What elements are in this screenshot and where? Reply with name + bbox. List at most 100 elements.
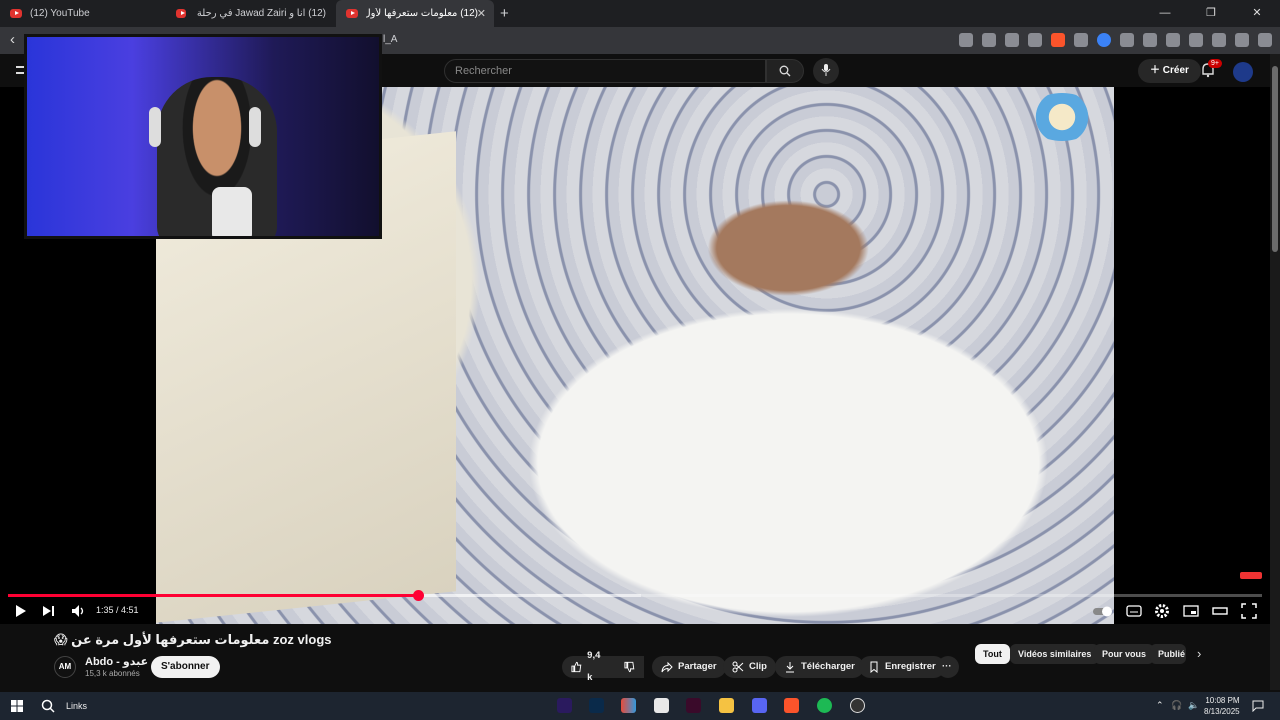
subtitles-icon[interactable] — [1126, 603, 1142, 619]
sidebar-icon[interactable] — [1166, 33, 1180, 47]
chip-similar-videos[interactable]: Vidéos similaires — [1010, 644, 1100, 664]
thumbs-down-icon — [624, 661, 635, 673]
media-icon[interactable] — [1143, 33, 1157, 47]
bookmark-icon — [870, 661, 878, 673]
download-icon — [786, 662, 794, 673]
browser-tab-current-video[interactable]: (12) معلومات ستعرفها لأول مرة عن ✕ — [336, 0, 494, 27]
like-button[interactable]: 9,4 k — [562, 650, 644, 683]
channel-watermark-logo — [1026, 93, 1098, 141]
speaker-tray-icon[interactable]: 🔈 — [1188, 700, 1199, 711]
browser-tab-trip-video[interactable]: (12) انا و Jawad Zairi في رحلة الى ملع — [166, 0, 336, 27]
channel-name[interactable]: Abdo - عبدو — [85, 655, 148, 668]
leo-ai-icon[interactable] — [1212, 33, 1226, 47]
played-bar — [8, 594, 419, 597]
scrubber-handle[interactable] — [413, 590, 425, 601]
new-tab-button[interactable]: + — [500, 5, 509, 22]
more-actions-button[interactable]: ··· — [937, 656, 959, 678]
next-icon[interactable] — [42, 603, 56, 619]
browser-toolbar-icons — [959, 33, 1272, 47]
share-icon[interactable] — [1028, 33, 1042, 47]
scrollbar-thumb[interactable] — [1272, 66, 1278, 252]
theater-mode-icon[interactable] — [1212, 603, 1228, 619]
youtube-favicon-icon — [10, 9, 22, 18]
headset-icon — [249, 107, 261, 147]
zoom-icon[interactable] — [1005, 33, 1019, 47]
notification-badge: 9+ — [1208, 59, 1222, 68]
restore-button[interactable]: ❐ — [1188, 0, 1234, 27]
tab-label: (12) معلومات ستعرفها لأول مرة عن — [366, 8, 478, 19]
tab-close-icon[interactable]: ✕ — [477, 7, 486, 20]
brave-browser-icon[interactable] — [784, 698, 799, 713]
app-icon[interactable] — [621, 698, 636, 713]
video-title: zoz vlogs معلومات ستعرفها لأول مرة عن 😱 — [54, 632, 332, 647]
vpn-icon[interactable] — [1235, 33, 1249, 47]
page-scrollbar[interactable] — [1270, 54, 1280, 690]
url-text[interactable]: l_A — [383, 34, 397, 45]
clip-button[interactable]: Clip — [723, 656, 776, 678]
fullscreen-icon[interactable] — [1241, 603, 1257, 619]
chip-for-you[interactable]: Pour vous — [1094, 644, 1155, 664]
extension-icon[interactable] — [1097, 33, 1111, 47]
voice-search-button[interactable] — [813, 58, 839, 84]
chip-published[interactable]: Publié — [1150, 644, 1186, 664]
puzzle-extensions-icon[interactable] — [1120, 33, 1134, 47]
after-effects-icon[interactable] — [686, 698, 701, 713]
settings-gear-icon[interactable] — [1154, 603, 1170, 619]
spotify-icon[interactable] — [817, 698, 832, 713]
notification-center-icon[interactable] — [1252, 700, 1264, 712]
download-button[interactable]: Télécharger — [775, 656, 864, 678]
search-button[interactable] — [766, 59, 804, 83]
chips-next-chevron-icon[interactable]: › — [1197, 646, 1201, 661]
subscribe-button[interactable]: S'abonner — [151, 656, 220, 678]
miniplayer-icon[interactable] — [1183, 603, 1199, 619]
photoshop-icon[interactable] — [589, 698, 604, 713]
brave-shields-icon[interactable] — [1051, 33, 1065, 47]
studio-microphone — [212, 187, 252, 236]
search-input[interactable]: Rechercher — [444, 59, 766, 83]
autoplay-toggle-icon[interactable] — [1092, 603, 1114, 619]
obs-icon[interactable] — [850, 698, 865, 713]
progress-bar[interactable] — [8, 590, 1262, 601]
scissors-icon — [732, 661, 744, 673]
download-label: Télécharger — [801, 661, 855, 672]
menu-icon[interactable] — [1258, 33, 1272, 47]
create-button[interactable]: ＋ Créer — [1138, 59, 1201, 83]
discord-icon[interactable] — [752, 698, 767, 713]
subscriber-count: 15,3 k abonnés — [85, 669, 140, 678]
thumbs-up-icon — [571, 661, 582, 673]
volume-icon[interactable] — [70, 603, 86, 619]
taskbar-search-icon[interactable] — [41, 699, 55, 713]
file-explorer-icon[interactable] — [719, 698, 734, 713]
windows-start-icon[interactable] — [11, 700, 23, 712]
windows-taskbar — [0, 692, 1280, 720]
save-label: Enregistrer — [885, 661, 936, 672]
account-avatar[interactable] — [1233, 62, 1253, 82]
share-label: Partager — [678, 661, 717, 672]
tab-label: (12) انا و Jawad Zairi في رحلة الى ملع — [194, 8, 326, 19]
capcut-icon[interactable] — [654, 698, 669, 713]
chip-all[interactable]: Tout — [975, 644, 1010, 664]
webcam-overlay — [24, 34, 382, 239]
tray-chevron-icon[interactable]: ⌃ — [1156, 700, 1164, 711]
premiere-pro-icon[interactable] — [557, 698, 572, 713]
translate-icon[interactable] — [982, 33, 996, 47]
window-controls: — ❐ ✕ — [1142, 0, 1280, 27]
save-button[interactable]: Enregistrer — [859, 656, 945, 678]
back-arrow-icon[interactable]: ‹ — [10, 31, 15, 48]
close-window-button[interactable]: ✕ — [1234, 0, 1280, 27]
taskbar-links-label[interactable]: Links — [66, 701, 87, 711]
search-icon — [779, 65, 791, 77]
wallet-icon[interactable] — [1189, 33, 1203, 47]
play-icon[interactable] — [14, 603, 28, 619]
share-button[interactable]: Partager — [652, 656, 726, 678]
taskbar-clock[interactable]: 10:08 PM 8/13/2025 — [1204, 695, 1240, 717]
share-arrow-icon — [661, 661, 673, 673]
rewards-icon[interactable] — [1074, 33, 1088, 47]
headset-tray-icon[interactable]: 🎧 — [1171, 700, 1182, 711]
cast-icon[interactable] — [959, 33, 973, 47]
browser-tab-youtube[interactable]: (12) YouTube — [0, 0, 166, 27]
minimize-button[interactable]: — — [1142, 0, 1188, 27]
youtube-favicon-icon — [346, 9, 358, 18]
channel-avatar[interactable]: AM — [54, 656, 76, 678]
like-count: 9,4 k — [587, 650, 601, 683]
